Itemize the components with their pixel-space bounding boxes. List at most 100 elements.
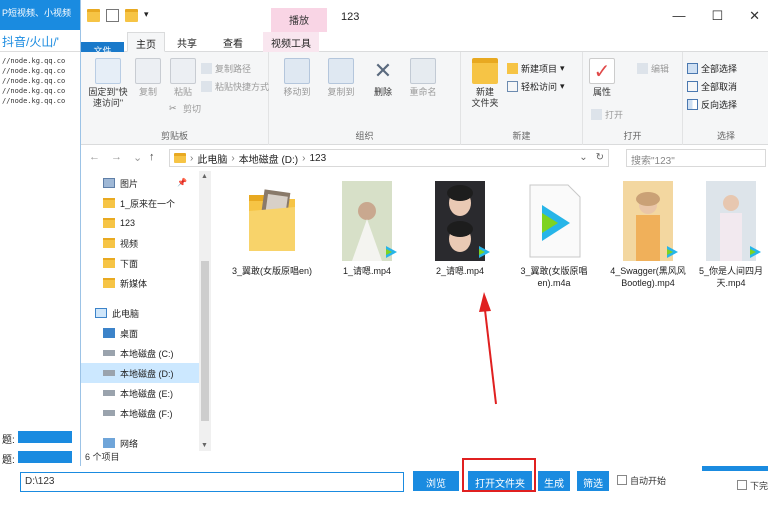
file-name: 4_Swagger(黑风风Bootleg).mp4 — [610, 266, 686, 288]
close-button[interactable]: ✕ — [749, 8, 760, 24]
file-item[interactable]: 5_你是人间四月天.mp4 — [696, 181, 766, 289]
video-thumbnail — [435, 181, 490, 261]
progress-bar — [18, 431, 72, 443]
sidebar-item[interactable]: 下面 — [81, 253, 199, 273]
delete-x-icon: ✕ — [373, 58, 393, 83]
tab-home[interactable]: 主页 — [127, 32, 165, 52]
select-all-button[interactable]: 全部选择 — [687, 60, 737, 76]
chevron-down-icon[interactable]: ▾ — [144, 9, 149, 22]
new-folder-icon[interactable] — [125, 9, 138, 22]
progress-field: 题: — [0, 429, 80, 446]
file-item[interactable]: 3_翼敢(女版原唱en).m4a — [508, 181, 600, 289]
sidebar-item[interactable]: 123 — [81, 213, 199, 233]
desktop-icon — [103, 328, 115, 338]
nav-scrollbar[interactable]: ▲ ▼ — [199, 171, 211, 451]
folder-icon — [472, 58, 498, 84]
properties-button[interactable]: ✓ 属性 — [585, 58, 619, 98]
new-item-label: 新建项目 — [521, 63, 558, 74]
scroll-up-icon[interactable]: ▲ — [201, 173, 208, 180]
properties-icon[interactable] — [106, 9, 119, 22]
file-name: 5_你是人间四月天.mp4 — [698, 266, 763, 288]
ribbon: 固定到"快速访问" 复制 粘贴 复制路径 粘贴快捷方式 ✂ 剪切 剪贴板 移动到… — [81, 52, 768, 145]
sidebar-item[interactable]: 本地磁盘 (E:) — [81, 383, 199, 403]
tab-video-tools[interactable]: 视频工具 — [263, 32, 319, 52]
pin-icon[interactable]: 📌 — [177, 178, 187, 187]
sidebar-item-label: 此电脑 — [112, 308, 140, 319]
recent-locations-button[interactable]: ⌄ — [133, 151, 142, 164]
download-done-checkbox[interactable] — [737, 480, 747, 490]
platform-links[interactable]: 抖音/火山/' — [0, 30, 80, 52]
easy-access-icon — [507, 80, 518, 92]
copy-button[interactable]: 复制 — [131, 58, 165, 98]
delete-button[interactable]: ✕ 删除 — [365, 58, 401, 98]
chevron-down-icon[interactable]: ⌄ — [579, 152, 587, 163]
forward-button[interactable]: → — [111, 151, 122, 163]
breadcrumb-item[interactable]: 本地磁盘 (D:) — [239, 151, 298, 166]
search-input[interactable]: 搜索"123" — [626, 149, 766, 167]
open-icon — [591, 108, 602, 120]
paste-button[interactable]: 粘贴 — [167, 58, 199, 98]
sidebar-item[interactable]: 视频 — [81, 233, 199, 253]
auto-start-checkbox[interactable] — [617, 475, 627, 485]
file-item[interactable]: 2_请嗯.mp4 — [414, 181, 506, 277]
sidebar-item[interactable]: 本地磁盘 (C:) — [81, 343, 199, 363]
easy-access-button[interactable]: 轻松访问 ▾ — [507, 78, 565, 94]
browse-button[interactable]: 浏览 — [413, 471, 459, 491]
new-item-button[interactable]: 新建项目 ▾ — [507, 60, 565, 76]
maximize-button[interactable]: ☐ — [711, 8, 723, 24]
edit-button[interactable]: 编辑 — [637, 60, 669, 76]
url-line: //node.kg.qq.co — [2, 67, 66, 75]
generate-button[interactable]: 生成 — [538, 471, 570, 491]
play-icon — [750, 246, 761, 258]
copy-path-button[interactable]: 复制路径 — [201, 60, 251, 76]
tab-view[interactable]: 查看 — [215, 32, 251, 52]
sidebar-item-label: 网络 — [120, 438, 139, 449]
back-button[interactable]: ← — [89, 151, 100, 163]
breadcrumb-item[interactable]: 此电脑 — [197, 151, 227, 166]
minimize-button[interactable]: — — [672, 8, 685, 24]
rename-button[interactable]: 重命名 — [403, 58, 443, 98]
folder-icon — [103, 278, 115, 288]
refresh-icon[interactable]: ↻ — [596, 152, 604, 163]
file-item[interactable]: 3_翼敢(女版原唱en) — [226, 181, 318, 277]
save-path-input[interactable]: D:\123 — [20, 472, 404, 492]
new-item-icon — [507, 62, 518, 74]
open-button[interactable]: 打开 — [591, 106, 623, 122]
scroll-down-icon[interactable]: ▼ — [201, 442, 208, 449]
address-bar[interactable]: › 此电脑 › 本地磁盘 (D:) › 123 ⌄ ↻ — [169, 149, 609, 167]
drive-icon — [103, 410, 115, 416]
file-item[interactable]: 4_Swagger(黑风风Bootleg).mp4 — [602, 181, 694, 289]
new-folder-button[interactable]: 新建 文件夹 — [465, 58, 505, 109]
sidebar-item-label: 本地磁盘 (C:) — [120, 348, 174, 359]
copy-to-button[interactable]: 复制到 — [321, 58, 361, 98]
chevron-down-icon: ▾ — [560, 62, 565, 73]
invert-selection-button[interactable]: 反向选择 — [687, 96, 737, 112]
up-button[interactable]: ↑ — [149, 151, 155, 163]
paste-shortcut-button[interactable]: 粘贴快捷方式 — [201, 78, 269, 94]
breadcrumb-item[interactable]: 123 — [309, 153, 326, 164]
select-none-icon — [687, 80, 698, 92]
cut-button[interactable]: ✂ 剪切 — [169, 100, 201, 116]
sidebar-item[interactable]: 新媒体 — [81, 273, 199, 293]
sidebar-item[interactable]: 1_原来在一个 — [81, 193, 199, 213]
auto-start-label: 自动开始 — [630, 476, 667, 486]
scroll-thumb[interactable] — [201, 261, 209, 421]
sidebar-item-label: 新媒体 — [120, 278, 148, 289]
move-to-button[interactable]: 移动到 — [277, 58, 317, 98]
sidebar-item[interactable]: 图片 📌 — [81, 173, 199, 193]
select-none-button[interactable]: 全部取消 — [687, 78, 737, 94]
paste-shortcut-label: 粘贴快捷方式 — [215, 81, 270, 92]
sidebar-item[interactable]: 桌面 — [81, 323, 199, 343]
sidebar-item[interactable]: 此电脑 — [81, 303, 199, 323]
folder-icon — [174, 153, 186, 163]
play-context-header: 播放 — [271, 8, 327, 32]
sidebar-item[interactable]: 本地磁盘 (F:) — [81, 403, 199, 423]
file-name: 3_翼敢(女版原唱en) — [231, 266, 313, 276]
filter-button[interactable]: 筛选 — [577, 471, 609, 491]
computer-icon — [95, 308, 107, 318]
play-icon — [386, 246, 397, 258]
file-item[interactable]: 1_请嗯.mp4 — [321, 181, 413, 277]
tab-share[interactable]: 共享 — [169, 32, 205, 52]
pin-quick-access-button[interactable]: 固定到"快速访问" — [85, 58, 131, 109]
sidebar-item[interactable]: 本地磁盘 (D:) — [81, 363, 199, 383]
